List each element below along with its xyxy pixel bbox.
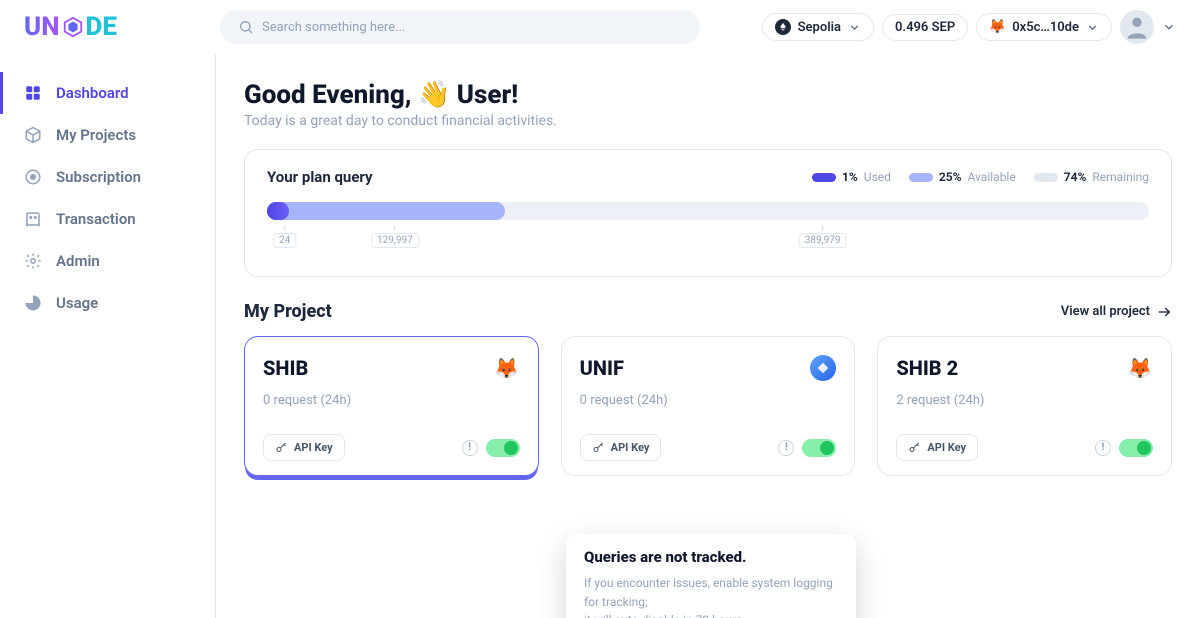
project-requests: 0 request (24h) — [580, 393, 837, 408]
project-name: UNIF — [580, 356, 624, 380]
wallet-selector[interactable]: 🦊 0x5c…10de — [976, 13, 1112, 41]
project-card[interactable]: SHIB 2 🦊 2 request (24h) API Key ! — [877, 336, 1172, 476]
transaction-icon — [24, 210, 42, 228]
search-placeholder: Search something here... — [262, 20, 405, 35]
sidebar-label: My Projects — [56, 126, 136, 144]
wallet-address: 0x5c…10de — [1012, 20, 1079, 35]
projects-heading: My Project — [244, 301, 332, 322]
info-icon[interactable]: ! — [462, 440, 478, 456]
gear-icon — [24, 252, 42, 270]
tooltip-title: Queries are not tracked. — [584, 548, 838, 566]
balance-value: 0.496 SEP — [895, 20, 955, 35]
info-icon[interactable]: ! — [778, 440, 794, 456]
swatch-available — [909, 173, 933, 182]
brand-logo[interactable]: UN DE — [24, 12, 204, 42]
logo-text-left: UN — [24, 12, 60, 42]
page-title: Good Evening, 👋 User! — [244, 80, 1172, 110]
dashboard-icon — [24, 84, 42, 102]
sidebar-item-my-projects[interactable]: My Projects — [0, 114, 215, 156]
key-icon — [275, 442, 287, 454]
search-input[interactable]: Search something here... — [220, 10, 700, 44]
legend-used: 1% Used — [812, 170, 891, 184]
view-all-projects-link[interactable]: View all project — [1061, 304, 1172, 320]
sidebar-item-usage[interactable]: Usage — [0, 282, 215, 324]
sidebar-item-transaction[interactable]: Transaction — [0, 198, 215, 240]
project-card[interactable]: SHIB 🦊 0 request (24h) API Key ! — [244, 336, 539, 476]
bar-used — [267, 202, 289, 220]
search-icon — [238, 19, 254, 35]
bar-available — [267, 202, 505, 220]
sidebar: Dashboard My Projects Subscription Trans… — [0, 54, 216, 618]
project-name: SHIB — [263, 356, 308, 380]
api-key-button[interactable]: API Key — [896, 434, 978, 461]
subscription-icon — [24, 168, 42, 186]
api-key-button[interactable]: API Key — [263, 434, 345, 461]
project-requests: 2 request (24h) — [896, 393, 1153, 408]
plan-title: Your plan query — [267, 168, 373, 186]
tick-available: 129,997 — [371, 226, 419, 248]
key-icon — [592, 442, 604, 454]
tooltip-body: If you encounter issues, enable system l… — [584, 574, 838, 618]
tracking-tooltip: Queries are not tracked. If you encounte… — [566, 534, 856, 618]
project-icon — [810, 355, 836, 381]
pie-icon — [24, 294, 42, 312]
project-icon: 🦊 — [1127, 355, 1153, 381]
swatch-used — [812, 173, 836, 182]
key-icon — [908, 442, 920, 454]
sidebar-label: Transaction — [56, 210, 136, 228]
project-toggle[interactable] — [1119, 439, 1153, 457]
legend-available: 25% Available — [909, 170, 1016, 184]
profile-avatar[interactable] — [1120, 10, 1154, 44]
project-toggle[interactable] — [802, 439, 836, 457]
logo-text-right: DE — [86, 12, 117, 42]
info-icon[interactable]: ! — [1095, 440, 1111, 456]
sidebar-item-subscription[interactable]: Subscription — [0, 156, 215, 198]
logo-hex-icon — [62, 16, 84, 38]
legend-remaining: 74% Remaining — [1034, 170, 1149, 184]
project-card[interactable]: UNIF 0 request (24h) API Key ! — [561, 336, 856, 476]
chevron-down-icon — [1086, 21, 1099, 34]
balance-display: 0.496 SEP — [882, 14, 968, 41]
swatch-remaining — [1034, 173, 1058, 182]
sidebar-label: Usage — [56, 294, 98, 312]
api-key-button[interactable]: API Key — [580, 434, 662, 461]
project-requests: 0 request (24h) — [263, 393, 520, 408]
plan-usage-card: Your plan query 1% Used 25% Available — [244, 149, 1172, 277]
chevron-down-icon[interactable] — [1162, 20, 1176, 34]
sidebar-label: Admin — [56, 252, 100, 270]
plan-progress-bar — [267, 202, 1149, 220]
sidebar-item-dashboard[interactable]: Dashboard — [0, 72, 215, 114]
arrow-right-icon — [1156, 304, 1172, 320]
box-icon — [24, 126, 42, 144]
metamask-icon: 🦊 — [989, 19, 1005, 35]
network-name: Sepolia — [798, 20, 841, 35]
network-selector[interactable]: Sepolia — [762, 13, 874, 41]
sidebar-item-admin[interactable]: Admin — [0, 240, 215, 282]
page-subtitle: Today is a great day to conduct financia… — [244, 113, 1172, 129]
sidebar-label: Subscription — [56, 168, 141, 186]
project-toggle[interactable] — [486, 439, 520, 457]
tick-used: 24 — [273, 226, 296, 248]
project-icon: 🦊 — [494, 355, 520, 381]
chevron-down-icon — [848, 21, 861, 34]
sidebar-label: Dashboard — [56, 84, 129, 102]
ethereum-icon — [775, 19, 791, 35]
project-name: SHIB 2 — [896, 356, 958, 380]
tick-total: 389,979 — [799, 226, 847, 248]
